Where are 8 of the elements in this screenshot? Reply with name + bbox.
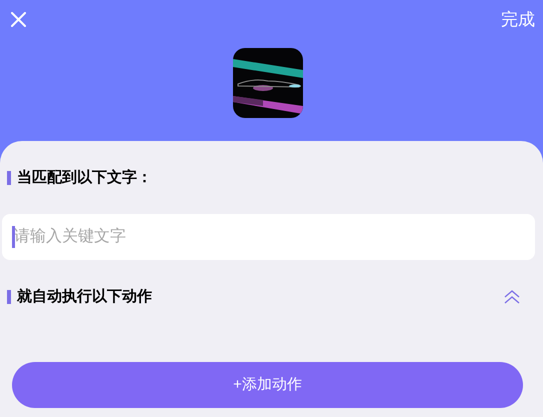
add-action-button[interactable]: +添加动作 (12, 362, 523, 408)
close-icon[interactable] (11, 12, 26, 27)
text-cursor (12, 226, 15, 248)
keyword-input-field[interactable]: 请输入关键文字 (2, 214, 535, 260)
double-chevron-up-icon[interactable] (504, 290, 520, 304)
done-button[interactable]: 完成 (501, 7, 535, 32)
section-title: 就自动执行以下动作 (17, 286, 152, 306)
section-title: 当匹配到以下文字： (17, 168, 152, 188)
